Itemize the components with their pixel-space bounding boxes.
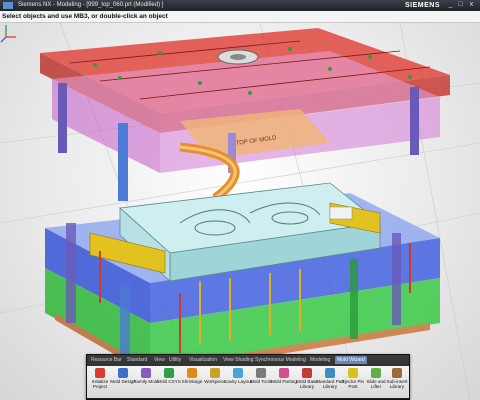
- mold-tools-icon: [256, 368, 266, 378]
- tab-view-shading[interactable]: View Shading: [221, 356, 256, 364]
- mold-wizard-toolbar: Resource Bar Standard View Utility Visua…: [86, 354, 410, 400]
- tab-mold-wizard[interactable]: Mold Wizard: [335, 356, 367, 364]
- sub-insert-library-icon: [392, 368, 402, 378]
- family-mold-icon: [141, 368, 151, 378]
- maximize-button[interactable]: □: [456, 1, 465, 9]
- ribbon-tabs: Resource Bar Standard View Utility Visua…: [87, 355, 409, 365]
- initialize-project-icon: [95, 368, 105, 378]
- ribbon-tool-row: Initialize Project Mold Design Family Mo…: [87, 366, 409, 398]
- mold-assembly-3d[interactable]: TOP OF MOLD: [0, 23, 480, 400]
- title-bar: Siemens NX - Modeling - [999_top_060.prt…: [0, 0, 480, 11]
- workpiece-icon: [210, 368, 220, 378]
- status-prompt: Select objects and use MB3, or double-cl…: [2, 13, 168, 20]
- window-title: Siemens NX - Modeling - [999_top_060.prt…: [18, 2, 164, 8]
- mold-design-icon: [118, 368, 128, 378]
- tab-synchronous-modeling[interactable]: Synchronous Modeling: [253, 356, 308, 364]
- mold-parting-icon: [279, 368, 289, 378]
- tool-label: Sub-insert Library: [386, 379, 408, 390]
- sprue-hole: [230, 54, 246, 60]
- wcs-axis-triad-icon: [0, 25, 16, 43]
- cavity-layout-icon: [233, 368, 243, 378]
- nx-app-icon[interactable]: [3, 2, 13, 9]
- tab-standard[interactable]: Standard: [125, 356, 149, 364]
- tab-view[interactable]: View: [152, 356, 167, 364]
- status-prompt-bar: Select objects and use MB3, or double-cl…: [0, 11, 480, 23]
- mold-csys-icon: [164, 368, 174, 378]
- tab-resource-bar[interactable]: Resource Bar: [89, 356, 124, 364]
- mold-base-library-icon: [302, 368, 312, 378]
- siemens-logo: SIEMENS: [404, 2, 440, 9]
- tab-utility[interactable]: Utility: [167, 356, 183, 364]
- tab-visualization[interactable]: Visualization: [187, 356, 219, 364]
- slide-lifter-icon: [371, 368, 381, 378]
- sub-insert-library-button[interactable]: Sub-insert Library: [385, 367, 409, 397]
- ejector-pin-icon: [348, 368, 358, 378]
- close-button[interactable]: x: [467, 1, 476, 9]
- standard-part-library-icon: [325, 368, 335, 378]
- shrinkage-icon: [187, 368, 197, 378]
- graphics-window[interactable]: TOP OF MOLD: [0, 23, 480, 400]
- tab-modeling[interactable]: Modeling: [308, 356, 332, 364]
- minimize-button[interactable]: _: [446, 1, 455, 9]
